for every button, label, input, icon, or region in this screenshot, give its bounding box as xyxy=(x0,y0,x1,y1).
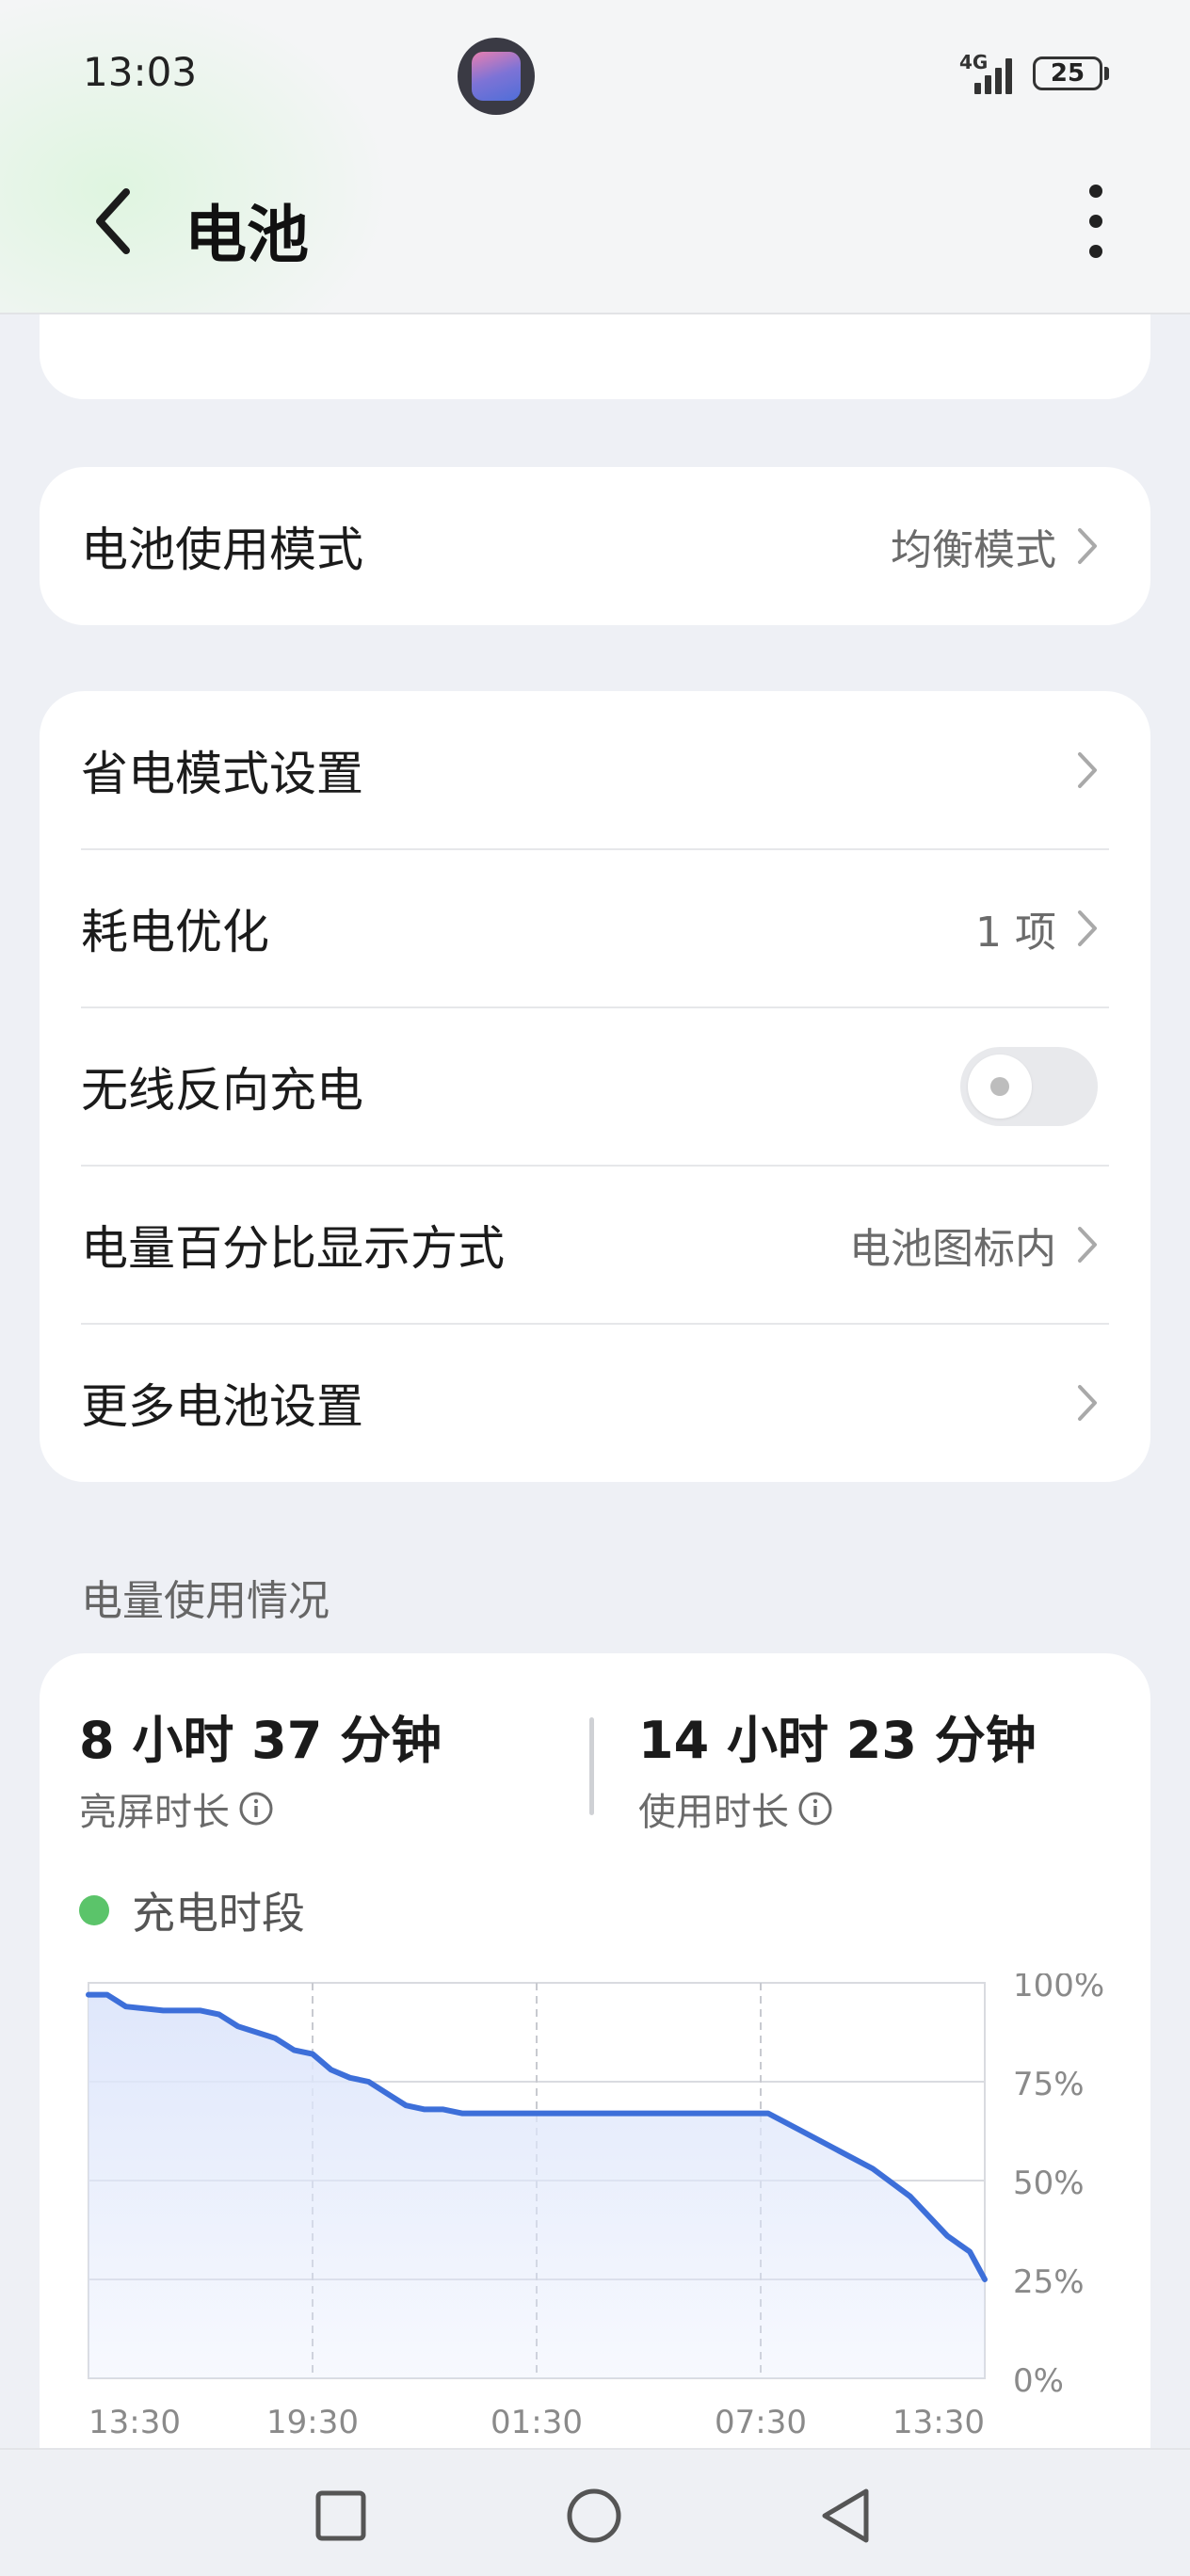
power-saving-label: 省电模式设置 xyxy=(81,747,363,801)
usage-time: 14 小时 23 分钟 xyxy=(638,1711,1037,1770)
battery-mode-row[interactable]: 电池使用模式 均衡模式 xyxy=(40,467,1150,625)
chart-y-tick-label: 100% xyxy=(1013,1973,1104,2004)
more-options-button[interactable] xyxy=(1077,185,1115,258)
reverse-charging-toggle[interactable] xyxy=(960,1047,1098,1126)
battery-mode-value: 均衡模式 xyxy=(891,526,1056,574)
reverse-charging-label: 无线反向充电 xyxy=(81,1063,363,1118)
chart-y-tick-label: 0% xyxy=(1013,2362,1064,2400)
chart-legend: 充电时段 xyxy=(79,1879,305,1941)
chevron-right-icon xyxy=(1078,528,1097,564)
more-battery-settings-row[interactable]: 更多电池设置 xyxy=(40,1324,1150,1482)
percentage-display-value: 电池图标内 xyxy=(849,1225,1056,1273)
battery-level: 25 xyxy=(1033,56,1102,90)
chart-x-tick-label: 01:30 xyxy=(490,2404,583,2441)
top-app-bar: 13:03 4G 25 电池 xyxy=(0,0,1190,314)
usage-section-title: 电量使用情况 xyxy=(81,1577,330,1625)
chart-x-tick-label: 13:30 xyxy=(88,2404,181,2441)
battery-icon: 25 xyxy=(1033,56,1109,90)
back-button[interactable] xyxy=(85,179,141,264)
chart-x-tick-label: 19:30 xyxy=(266,2404,359,2441)
chart-y-tick-label: 75% xyxy=(1013,2066,1085,2103)
battery-usage-chart[interactable]: 100% 75% 50% 25% 0% 13:30 19:30 01:30 07:30 13:30 xyxy=(40,1973,1150,2501)
chevron-right-icon xyxy=(1078,910,1097,946)
power-optimization-value: 1 项 xyxy=(975,909,1056,957)
back-arrow-icon xyxy=(96,188,130,254)
back-nav-button[interactable] xyxy=(810,2478,885,2553)
reverse-charging-row: 无线反向充电 xyxy=(40,1007,1150,1166)
legend-dot xyxy=(79,1895,109,1925)
signal-icon: 4G xyxy=(959,51,1020,94)
recents-button[interactable] xyxy=(303,2478,378,2553)
notification-app-icon xyxy=(458,38,535,115)
more-battery-settings-label: 更多电池设置 xyxy=(81,1379,363,1434)
stats-separator xyxy=(589,1717,594,1815)
usage-label: 使用时长 xyxy=(638,1791,789,1834)
chevron-right-icon xyxy=(1078,1227,1097,1263)
usage-card: 8 小时 37 分钟 亮屏时长 14 小时 23 分钟 使用时长 充电时段 10… xyxy=(40,1653,1150,2501)
power-saving-row[interactable]: 省电模式设置 xyxy=(40,691,1150,849)
percentage-display-row[interactable]: 电量百分比显示方式 电池图标内 xyxy=(40,1166,1150,1324)
percentage-display-label: 电量百分比显示方式 xyxy=(81,1221,505,1276)
legend-label: 充电时段 xyxy=(132,1888,305,1939)
chart-y-tick-label: 25% xyxy=(1013,2263,1085,2301)
chart-x-tick-label: 07:30 xyxy=(715,2404,807,2441)
status-time: 13:03 xyxy=(83,49,198,95)
page-title: 电池 xyxy=(185,199,309,271)
screen-on-time: 8 小时 37 分钟 xyxy=(79,1711,442,1770)
system-navigation-bar xyxy=(0,2448,1190,2576)
info-icon xyxy=(239,1792,273,1826)
power-optimization-row[interactable]: 耗电优化 1 项 xyxy=(40,849,1150,1007)
chart-x-tick-label: 13:30 xyxy=(892,2404,985,2441)
battery-mode-label: 电池使用模式 xyxy=(81,523,363,577)
battery-mode-card: 电池使用模式 均衡模式 xyxy=(40,467,1150,625)
usage-label-group[interactable]: 使用时长 xyxy=(638,1781,834,1836)
battery-settings-card: 省电模式设置 耗电优化 1 项 无线反向充电 电量百分比显示方式 电池图标内 更… xyxy=(40,691,1150,1482)
home-button[interactable] xyxy=(556,2478,632,2553)
power-optimization-label: 耗电优化 xyxy=(81,905,269,959)
chart-y-tick-label: 50% xyxy=(1013,2165,1085,2202)
info-icon xyxy=(798,1792,832,1826)
screen-on-label-group[interactable]: 亮屏时长 xyxy=(79,1781,275,1836)
screen-on-label: 亮屏时长 xyxy=(79,1791,230,1834)
status-indicators: 4G 25 xyxy=(959,51,1109,94)
chevron-right-icon xyxy=(1078,1385,1097,1421)
chevron-right-icon xyxy=(1078,752,1097,788)
more-vert-icon xyxy=(1089,185,1102,198)
